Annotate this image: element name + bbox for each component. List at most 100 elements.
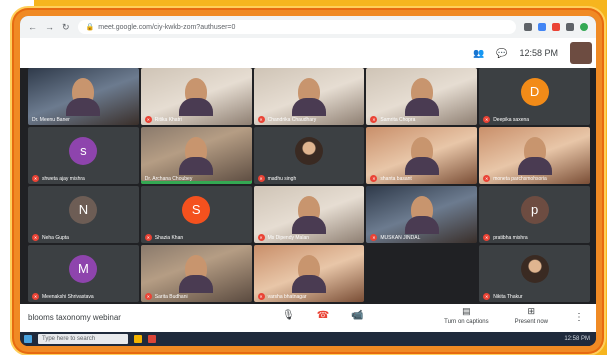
chrome-icon[interactable]	[148, 335, 156, 343]
participant-avatar: S	[182, 195, 211, 224]
muted-mic-icon: ✕	[257, 175, 265, 182]
self-view-thumbnail[interactable]	[570, 42, 592, 64]
participant-label: ✕ Deepika saxena	[483, 116, 529, 123]
muted-mic-icon: ✕	[257, 293, 265, 300]
muted-mic-icon: ✕	[144, 293, 152, 300]
muted-mic-icon: ✕	[370, 234, 378, 241]
meet-header: 👥 💬 12:58 PM	[20, 38, 596, 68]
participant-video	[404, 195, 439, 234]
taskbar-search[interactable]: Type here to search	[38, 334, 128, 344]
meeting-controls-bar: blooms taxonomy webinar 🎙 ☎ 📹 ▤ Turn on …	[20, 304, 596, 332]
empty-tile	[366, 245, 477, 302]
participant-label: ✕ Chandrika Chaudhary	[257, 116, 317, 123]
chat-icon[interactable]: 💬	[496, 48, 507, 59]
participant-name: Nikita Thakur	[493, 293, 523, 300]
forward-icon[interactable]: →	[45, 22, 54, 32]
muted-mic-icon: ✕	[144, 116, 152, 123]
back-icon[interactable]: ←	[28, 22, 37, 32]
windows-taskbar: Type here to search 12:58 PM	[20, 332, 596, 346]
people-icon[interactable]: 👥	[473, 48, 484, 59]
participant-tile[interactable]: ✕ Chandrika Chaudhary	[253, 68, 365, 125]
participant-label: ✕ Ms Dipendy Malan	[257, 234, 309, 241]
participant-tile[interactable]: ✕ shanta basant	[366, 127, 478, 184]
more-options-icon[interactable]: ⋮	[574, 306, 584, 325]
participant-name: shweta ajay mishra	[42, 175, 85, 182]
hang-up-icon[interactable]: ☎	[317, 310, 329, 321]
microphone-icon[interactable]: 🎙	[282, 310, 295, 321]
participant-name: Shazia Khan	[154, 234, 184, 241]
participant-name: Ritika Khatri	[154, 116, 182, 123]
participant-video	[404, 77, 439, 116]
captions-button[interactable]: ▤ Turn on captions	[444, 306, 488, 325]
participant-tile[interactable]: s ✕ shweta ajay mishra	[28, 127, 139, 184]
participant-label: ✕ pratibha mishra	[483, 234, 528, 241]
participant-tile[interactable]: ✕ Samrita Chopra	[366, 68, 478, 125]
participant-name: Ms Dipendy Malan	[267, 234, 309, 241]
participant-name: pratibha mishra	[493, 234, 528, 241]
participant-tile[interactable]: D ✕ Deepika saxena	[479, 68, 590, 125]
participant-name: Chandrika Chaudhary	[267, 116, 317, 123]
participant-name: Deepika saxena	[493, 116, 530, 123]
participant-tile[interactable]: ✕ Ritika Khatri	[140, 68, 252, 125]
participant-tile[interactable]: N ✕ Neha Gupta	[28, 186, 139, 243]
participant-tile[interactable]: M ✕ Meenakshi Shrivastava	[28, 245, 139, 302]
participant-video	[291, 77, 326, 116]
participant-label: ✕ Nikita Thakur	[483, 293, 523, 300]
captions-icon: ▤	[462, 306, 471, 316]
muted-mic-icon: ✕	[370, 116, 378, 123]
participant-tile[interactable]: Dr. Archana Choubey	[140, 127, 252, 184]
participant-tile[interactable]: ✕ moneta parchsmohsoria	[479, 127, 590, 184]
present-icon: ⊞	[527, 306, 536, 316]
participant-tile[interactable]: S ✕ Shazia Khan	[140, 186, 252, 243]
muted-mic-icon: ✕	[483, 116, 491, 123]
camera-extension-icon[interactable]	[524, 23, 532, 31]
participant-photo	[520, 254, 549, 283]
participant-tile[interactable]: ✕ Nikita Thakur	[479, 245, 590, 302]
muted-mic-icon: ✕	[483, 293, 491, 300]
participant-name: Dr. Meenu Baner	[32, 117, 70, 123]
participant-name: madhu singh	[267, 175, 297, 182]
participant-tile[interactable]: ✕ madhu singh	[253, 127, 365, 184]
participant-tile[interactable]: ✕ MUSKAN JINDAL	[366, 186, 478, 243]
participant-video	[291, 195, 326, 234]
star-icon[interactable]	[566, 23, 574, 31]
participant-label: Dr. Archana Choubey	[145, 176, 193, 182]
muted-mic-icon: ✕	[257, 234, 265, 241]
muted-mic-icon: ✕	[370, 175, 378, 182]
lock-icon: 🔒	[85, 24, 95, 31]
meeting-title[interactable]: blooms taxonomy webinar	[28, 313, 121, 322]
participant-video	[291, 254, 326, 293]
present-button[interactable]: ⊞ Present now	[515, 306, 548, 325]
participant-label: ✕ Ritika Khatri	[144, 116, 182, 123]
participant-tile[interactable]: Dr. Meenu Baner	[28, 68, 139, 125]
reload-icon[interactable]: ↻	[62, 22, 70, 33]
participant-avatar: D	[520, 77, 549, 106]
present-label: Present now	[514, 319, 548, 325]
participant-name: shanta basant	[380, 175, 412, 182]
participant-tile[interactable]: p ✕ pratibha mishra	[479, 186, 590, 243]
participant-video	[404, 136, 439, 175]
file-explorer-icon[interactable]	[134, 335, 142, 343]
participant-name: Sarita Budhani	[154, 293, 188, 300]
participant-video	[517, 136, 552, 175]
camera-icon[interactable]: 📹	[351, 310, 363, 321]
captions-label: Turn on captions	[444, 319, 489, 325]
participant-name: MUSKAN JINDAL	[380, 234, 421, 241]
muted-mic-icon: ✕	[257, 116, 265, 123]
participant-tile[interactable]: ✕ varsha bhatnagar	[253, 245, 365, 302]
participant-avatar: N	[69, 195, 98, 224]
windows-start-icon[interactable]	[24, 335, 32, 343]
participant-label: ✕ moneta parchsmohsoria	[483, 175, 547, 182]
participant-tile[interactable]: ✕ Ms Dipendy Malan	[253, 186, 365, 243]
participant-tile[interactable]: ✕ Sarita Budhani	[140, 245, 252, 302]
address-bar[interactable]: 🔒 meet.google.com/ciy-kwkb-zom?authuser=…	[77, 20, 516, 34]
browser-toolbar: ← → ↻ 🔒 meet.google.com/ciy-kwkb-zom?aut…	[20, 16, 596, 38]
extension-icon[interactable]	[538, 23, 546, 31]
muted-mic-icon: ✕	[32, 234, 39, 241]
participant-avatar: p	[520, 195, 549, 224]
participant-name: moneta parchsmohsoria	[493, 175, 547, 182]
profile-icon[interactable]	[580, 23, 588, 31]
meet-screen: ← → ↻ 🔒 meet.google.com/ciy-kwkb-zom?aut…	[20, 16, 596, 346]
record-extension-icon[interactable]	[552, 23, 560, 31]
participant-label: ✕ Shazia Khan	[144, 234, 184, 241]
